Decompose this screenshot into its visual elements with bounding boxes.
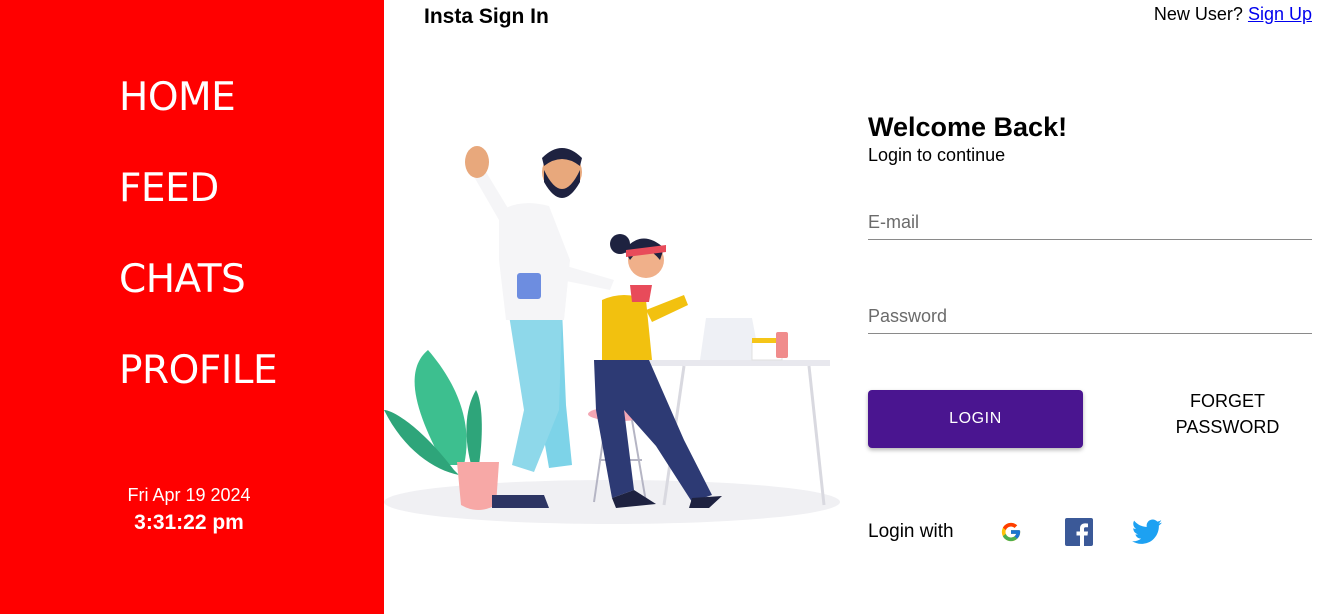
- password-field-wrapper: [868, 306, 1312, 334]
- welcome-title: Welcome Back!: [868, 112, 1068, 142]
- email-field[interactable]: [868, 212, 1312, 239]
- google-icon[interactable]: [996, 517, 1026, 547]
- nav-feed[interactable]: FEED: [119, 165, 277, 256]
- welcome-subtitle: Login to continue: [868, 145, 1006, 165]
- clock: Fri Apr 19 2024 3:31:22 pm: [0, 483, 378, 537]
- forget-password-line1: FORGET: [1190, 391, 1265, 411]
- social-login: Login with: [868, 517, 1200, 547]
- nav-home[interactable]: HOME: [119, 74, 277, 165]
- login-illustration: [384, 146, 840, 524]
- forget-password-button[interactable]: FORGET PASSWORD: [1140, 388, 1315, 440]
- login-form: Welcome Back! Login to continue: [868, 110, 1312, 166]
- signup-prompt: New User? Sign Up: [1154, 4, 1312, 25]
- nav-profile[interactable]: PROFILE: [119, 347, 278, 438]
- sidebar-nav: HOME FEED CHATS PROFILE: [119, 74, 278, 438]
- login-with-label: Login with: [868, 521, 954, 542]
- sidebar: HOME FEED CHATS PROFILE Fri Apr 19 2024 …: [0, 0, 384, 614]
- page-title: Insta Sign In: [424, 5, 549, 28]
- current-time: 3:31:22 pm: [134, 511, 244, 534]
- password-field[interactable]: [868, 306, 1312, 333]
- forget-password-line2: PASSWORD: [1175, 417, 1280, 437]
- new-user-text: New User?: [1153, 4, 1243, 24]
- facebook-icon[interactable]: [1064, 517, 1094, 547]
- email-field-wrapper: [868, 212, 1312, 240]
- nav-chats[interactable]: CHATS: [119, 256, 277, 347]
- current-date: Fri Apr 19 2024: [127, 485, 251, 505]
- twitter-icon[interactable]: [1131, 517, 1162, 547]
- signup-link[interactable]: Sign Up: [1248, 4, 1312, 24]
- login-button[interactable]: LOGIN: [868, 390, 1083, 448]
